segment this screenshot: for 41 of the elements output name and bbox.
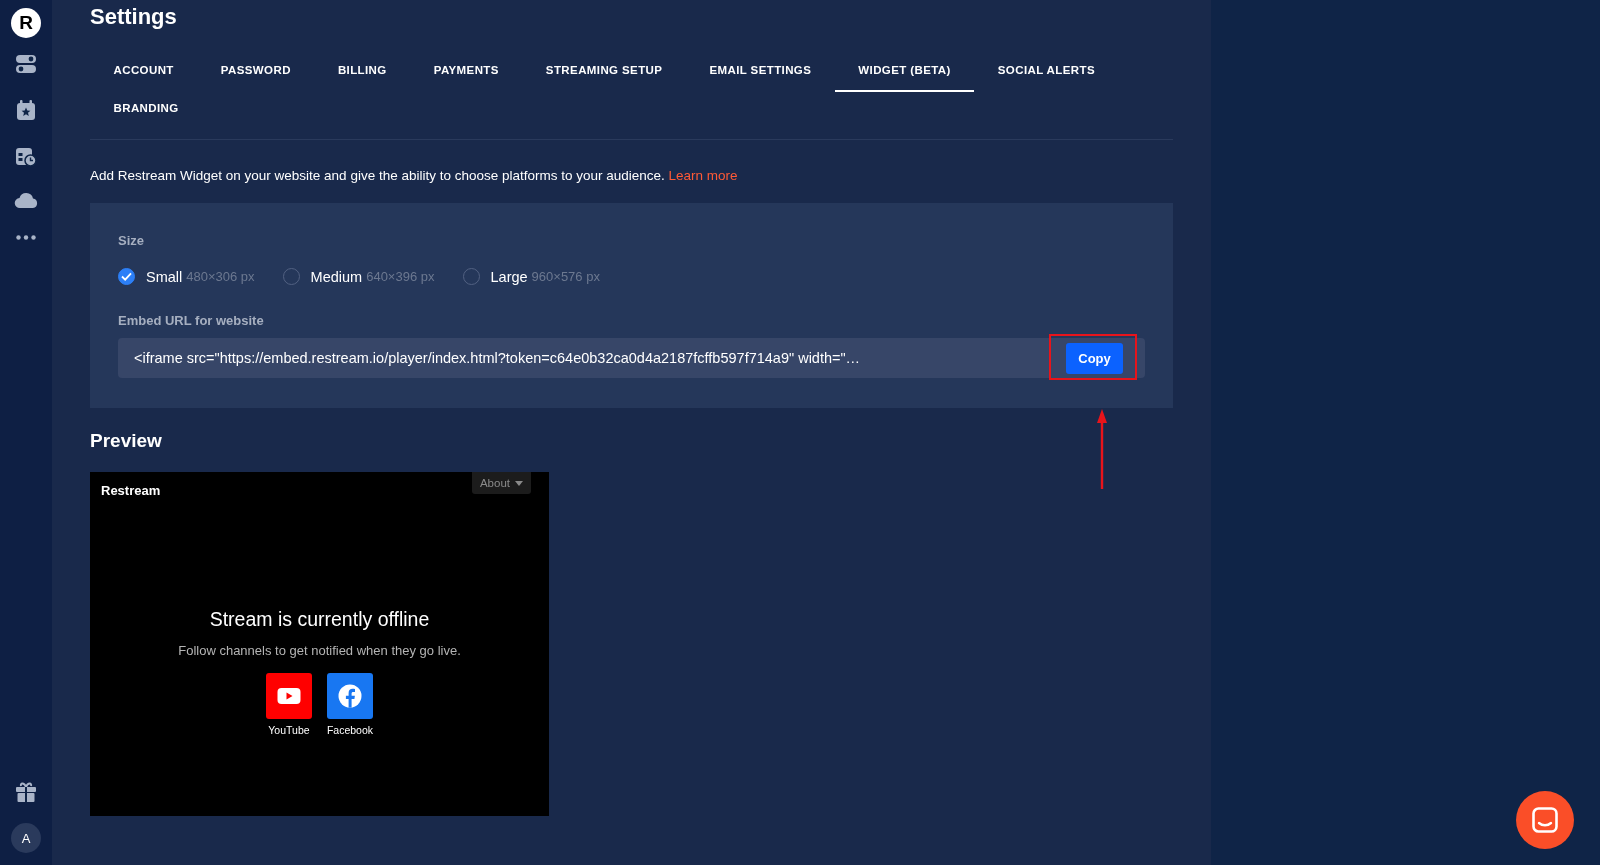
avatar[interactable]: A [11,823,41,853]
option-dimensions: 480×306 px [186,269,255,284]
tab[interactable]: PAYMENTS [410,54,523,92]
tab[interactable]: PASSWORD [197,54,315,92]
checkmark-icon [121,272,132,281]
about-dropdown[interactable]: About [471,472,531,494]
preview-heading: Preview [90,430,163,452]
offline-title: Stream is currently offline [209,608,430,631]
tab[interactable]: EMAIL SETTINGS [685,54,835,92]
option-dimensions: 960×576 px [531,269,600,284]
embed-label: Embed URL for website [118,313,265,328]
chat-icon [1532,807,1558,833]
option-label[interactable]: Large [490,268,528,285]
more-icon[interactable] [16,235,36,240]
description: Add Restream Widget on your website and give the ability to choose platforms to your audience. Learn more [90,168,739,183]
offline-subtitle: Follow channels to get notified when they go live. [178,643,461,658]
channel-label: Facebook [326,724,374,736]
option-label[interactable]: Medium [310,268,363,285]
learn-more-link[interactable]: Learn more [668,168,738,183]
brand-name: Restream [101,483,161,498]
toggles-icon[interactable] [15,54,37,74]
gift-icon[interactable] [15,782,37,802]
calendar-clock-icon[interactable] [15,147,37,167]
play-icon[interactable] [265,673,312,719]
tab[interactable]: BILLING [314,54,411,92]
option-dimensions: 640×396 px [366,269,435,284]
tab[interactable]: WIDGET (BETA) [834,54,975,92]
caret-icon [515,480,523,486]
option-label[interactable]: Small [146,268,183,285]
page-title: Settings [90,4,178,30]
copy-button[interactable]: Copy [1066,343,1123,374]
tab[interactable]: SOCIAL ALERTS [974,54,1119,92]
radio-button[interactable] [118,268,135,285]
tab[interactable]: BRANDING [90,92,203,130]
logo[interactable]: R [11,8,41,38]
facebook-icon[interactable] [327,673,373,719]
size-label: Size [118,233,145,248]
tab[interactable]: STREAMING SETUP [522,54,686,92]
tab[interactable]: ACCOUNT [90,54,198,92]
channel-label: YouTube [268,724,310,736]
cloud-icon[interactable] [14,193,38,209]
